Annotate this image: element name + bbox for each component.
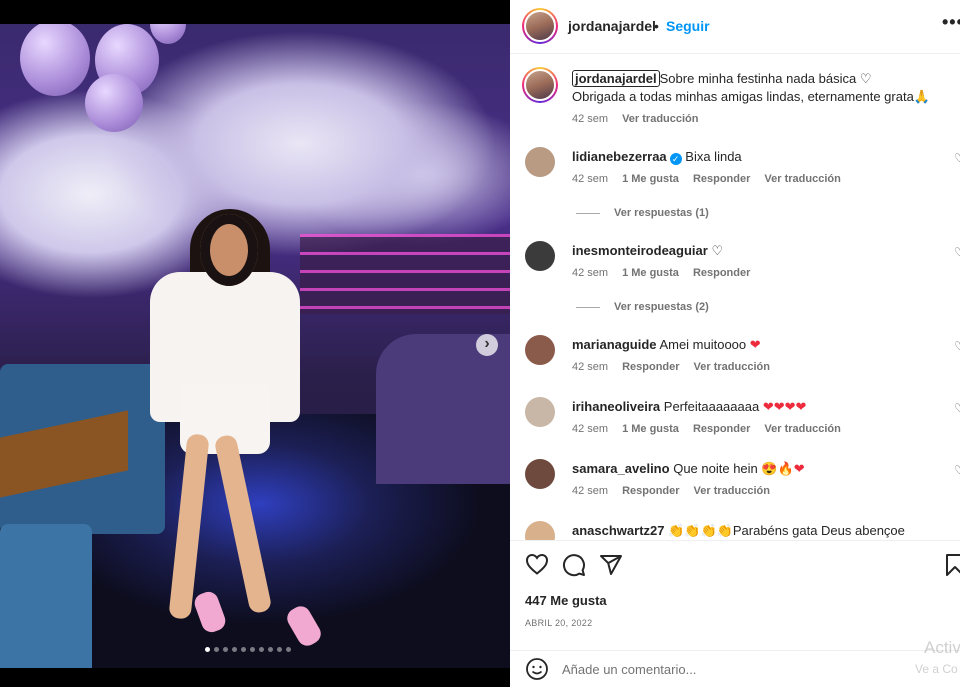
- follow-button[interactable]: Seguir: [666, 18, 710, 34]
- emoji-icon[interactable]: [525, 657, 549, 681]
- comment-username[interactable]: anaschwartz27: [572, 523, 665, 538]
- comment-username[interactable]: inesmonteirodeaguiar: [572, 243, 708, 258]
- more-options-icon[interactable]: •••: [942, 12, 960, 33]
- carousel-dot: [205, 647, 210, 652]
- avatar[interactable]: [525, 147, 555, 177]
- carousel-dot: [241, 647, 246, 652]
- carousel-dot: [250, 647, 255, 652]
- avatar[interactable]: [525, 521, 555, 540]
- comment-like-heart-icon[interactable]: ♡: [954, 245, 960, 259]
- comment-text: 👏👏👏👏Parabéns gata Deus abençoe: [668, 523, 905, 538]
- reply-button[interactable]: Responder: [693, 267, 750, 279]
- caption-text: Sobre minha festinha nada básica ♡: [659, 71, 872, 86]
- comment-like-heart-icon[interactable]: ♡: [954, 463, 960, 477]
- heart-icon[interactable]: [525, 553, 549, 575]
- avatar[interactable]: [525, 335, 555, 365]
- carousel-dot: [214, 647, 219, 652]
- comment-time: 42 sem: [572, 267, 609, 279]
- bookmark-icon[interactable]: [944, 553, 960, 577]
- send-icon[interactable]: [599, 553, 623, 577]
- comment-likes[interactable]: 1 Me gusta: [622, 173, 679, 185]
- comment-time: 42 sem: [572, 485, 609, 497]
- comment-text: Amei muitoooo ❤: [659, 337, 761, 352]
- likes-count[interactable]: 447 Me gusta: [525, 593, 607, 608]
- header-separator: •: [654, 18, 659, 34]
- avatar[interactable]: [525, 397, 555, 427]
- comment-like-heart-icon[interactable]: ♡: [954, 151, 960, 165]
- avatar[interactable]: [525, 241, 555, 271]
- post-side-panel: jordanajardel • Seguir ••• jordanajardel…: [510, 0, 960, 687]
- caption-username[interactable]: jordanajardel: [572, 70, 660, 87]
- post-actions: 447 Me gusta ABRIL 20, 2022: [510, 540, 960, 650]
- comment-username[interactable]: samara_avelino: [572, 461, 670, 476]
- comment-like-heart-icon[interactable]: ♡: [954, 339, 960, 353]
- comments-list[interactable]: jordanajardel Sobre minha festinha nada b…: [510, 55, 960, 540]
- photo-booth: [376, 334, 510, 484]
- reply-button[interactable]: Responder: [622, 361, 679, 373]
- activation-watermark: Activ: [924, 638, 960, 657]
- caption-time: 42 sem: [572, 113, 609, 125]
- post-photo[interactable]: [0, 24, 510, 668]
- comment-username[interactable]: marianaguide: [572, 337, 657, 352]
- carousel-indicator: [205, 647, 291, 652]
- photo-balloon: [85, 74, 143, 132]
- comment-text: ♡: [711, 243, 724, 258]
- comment-like-heart-icon[interactable]: ♡: [954, 401, 960, 415]
- post-media: ›: [0, 0, 510, 687]
- translate-link[interactable]: Ver traducción: [694, 485, 770, 497]
- comment-username[interactable]: irihaneoliveira: [572, 399, 660, 414]
- reply-button[interactable]: Responder: [622, 485, 679, 497]
- avatar[interactable]: [522, 8, 558, 44]
- verified-badge-icon: ✓: [669, 153, 682, 165]
- reply-button[interactable]: Responder: [693, 173, 750, 185]
- add-comment-bar: Añade un comentario...: [510, 650, 960, 687]
- comment-time: 42 sem: [572, 361, 609, 373]
- view-replies-button[interactable]: Ver respuestas (1): [576, 207, 709, 219]
- comment-input[interactable]: Añade un comentario...: [562, 662, 696, 677]
- comment-likes[interactable]: 1 Me gusta: [622, 267, 679, 279]
- view-replies-button[interactable]: Ver respuestas (2): [576, 301, 709, 313]
- comment-time: 42 sem: [572, 173, 609, 185]
- comment-time: 42 sem: [572, 423, 609, 435]
- carousel-dot: [259, 647, 264, 652]
- comment-text: Perfeitaaaaaaaa ❤❤❤❤: [663, 399, 807, 414]
- translate-link[interactable]: Ver traducción: [764, 173, 840, 185]
- header-username[interactable]: jordanajardel: [568, 18, 656, 34]
- avatar[interactable]: [525, 459, 555, 489]
- chevron-right-icon[interactable]: ›: [476, 334, 498, 356]
- comment-username[interactable]: lidianebezerraa: [572, 149, 667, 164]
- translate-link[interactable]: Ver traducción: [694, 361, 770, 373]
- carousel-dot: [286, 647, 291, 652]
- comment-likes[interactable]: 1 Me gusta: [622, 423, 679, 435]
- carousel-dot: [223, 647, 228, 652]
- photo-balloon: [20, 24, 90, 96]
- comment-icon[interactable]: [562, 553, 586, 577]
- photo-sofa-front: [0, 524, 92, 668]
- photo-bar: [300, 234, 510, 314]
- carousel-dot: [268, 647, 273, 652]
- avatar[interactable]: [522, 67, 558, 103]
- photo-face: [200, 214, 258, 286]
- caption-text-line2: Obrigada a todas minhas amigas lindas, e…: [572, 89, 930, 104]
- carousel-dot: [277, 647, 282, 652]
- translate-link[interactable]: Ver traducción: [764, 423, 840, 435]
- reply-button[interactable]: Responder: [693, 423, 750, 435]
- comment-text: Que noite hein 😍🔥❤: [673, 461, 805, 476]
- comment-text: Bixa linda: [685, 149, 742, 164]
- activation-watermark-sub: Ve a Co: [915, 662, 958, 676]
- carousel-dot: [232, 647, 237, 652]
- translate-link[interactable]: Ver traducción: [622, 113, 698, 125]
- photo-balloon: [150, 24, 186, 44]
- post-date: ABRIL 20, 2022: [525, 618, 593, 628]
- post-header: jordanajardel • Seguir •••: [510, 0, 960, 54]
